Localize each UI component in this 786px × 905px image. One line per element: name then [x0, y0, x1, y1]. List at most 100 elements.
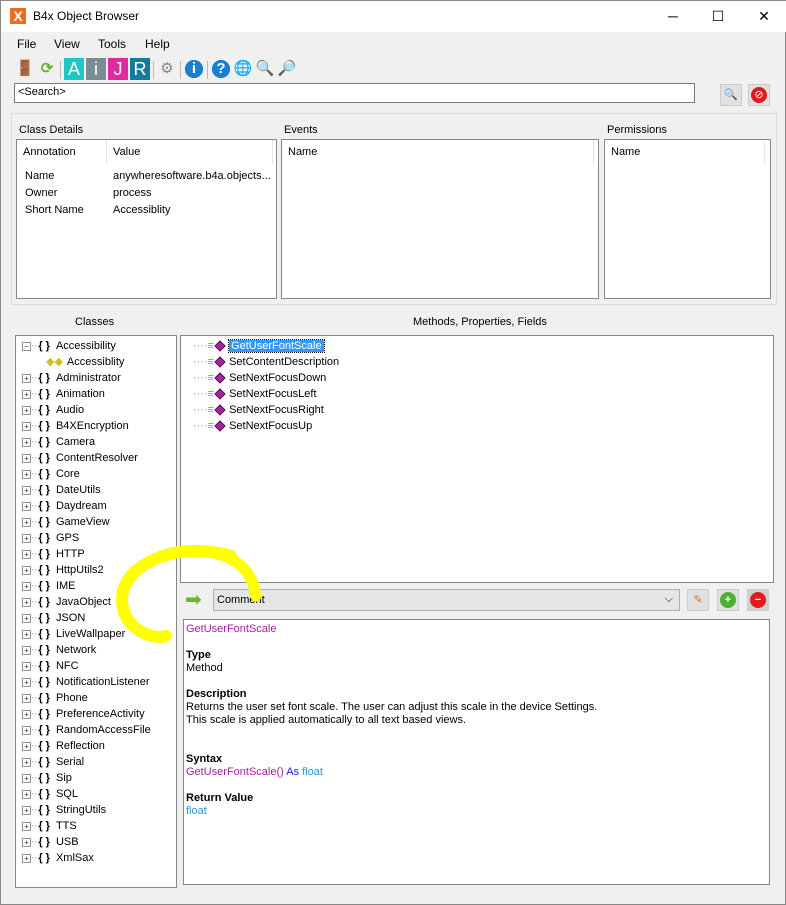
maximize-button[interactable]: ☐: [695, 1, 741, 32]
tree-item-class[interactable]: + ··{ } LiveWallpaper: [22, 626, 125, 642]
expand-icon[interactable]: +: [22, 389, 31, 399]
search-input[interactable]: <Search>: [14, 83, 695, 103]
expand-icon[interactable]: +: [22, 373, 31, 383]
method-item[interactable]: ····≡ SetNextFocusDown: [193, 370, 326, 386]
tree-item-class[interactable]: + ··{ } HTTP: [22, 546, 85, 562]
menu-file[interactable]: File: [17, 37, 36, 51]
tree-item-class[interactable]: + ··{ } SQL: [22, 786, 78, 802]
expand-icon[interactable]: +: [22, 821, 31, 831]
method-item[interactable]: ····≡ SetNextFocusRight: [193, 402, 324, 418]
column-annotation[interactable]: Annotation: [17, 140, 107, 164]
expand-icon[interactable]: +: [22, 597, 31, 607]
expand-icon[interactable]: +: [22, 629, 31, 639]
expand-icon[interactable]: +: [22, 677, 31, 687]
expand-icon[interactable]: +: [22, 405, 31, 415]
tree-item-class[interactable]: + ··{ } PreferenceActivity: [22, 706, 145, 722]
column-name[interactable]: Name: [605, 140, 765, 164]
method-item[interactable]: ····≡ SetNextFocusLeft: [193, 386, 317, 402]
expand-icon[interactable]: +: [22, 853, 31, 863]
tree-item-class[interactable]: + ··{ } JavaObject: [22, 594, 111, 610]
permissions-list[interactable]: Name: [604, 139, 771, 299]
expand-icon[interactable]: +: [22, 533, 31, 543]
expand-icon[interactable]: +: [22, 453, 31, 463]
method-item[interactable]: ····≡ SetNextFocusUp: [193, 418, 312, 434]
tree-item-class[interactable]: + ··{ } B4XEncryption: [22, 418, 129, 434]
tree-item-class[interactable]: + ··{ } DateUtils: [22, 482, 101, 498]
tree-item-class[interactable]: − ··{ } Accessibility: [22, 338, 116, 354]
expand-icon[interactable]: +: [22, 773, 31, 783]
expand-icon[interactable]: +: [22, 645, 31, 655]
tree-item-class[interactable]: + ··{ } Network: [22, 642, 96, 658]
android-A-icon[interactable]: A: [64, 58, 84, 80]
java-J-icon[interactable]: J: [108, 58, 128, 80]
expand-icon[interactable]: +: [22, 469, 31, 479]
expand-icon[interactable]: +: [22, 805, 31, 815]
menu-tools[interactable]: Tools: [98, 37, 126, 51]
comment-select[interactable]: Comment ⌵: [213, 589, 680, 611]
tree-item-class[interactable]: + ··{ } Animation: [22, 386, 105, 402]
tree-item-class[interactable]: + ··{ } IME: [22, 578, 76, 594]
method-item[interactable]: ····≡ SetContentDescription: [193, 354, 339, 370]
clear-search-button[interactable]: ⊘: [748, 84, 770, 106]
expand-icon[interactable]: +: [22, 741, 31, 751]
close-button[interactable]: ✕: [741, 1, 786, 32]
expand-icon[interactable]: +: [22, 661, 31, 671]
settings-icon[interactable]: ⚙: [157, 58, 177, 80]
tree-item-class[interactable]: + ··{ } Audio: [22, 402, 84, 418]
edit-button[interactable]: ✎: [687, 589, 709, 611]
tree-item-class[interactable]: + ··{ } NotificationListener: [22, 674, 150, 690]
column-value[interactable]: Value: [107, 140, 273, 164]
tree-item-class[interactable]: + ··{ } USB: [22, 834, 79, 850]
b4r-R-icon[interactable]: R: [130, 58, 150, 80]
remove-button[interactable]: −: [747, 589, 769, 611]
tree-item-class[interactable]: + ··{ } GameView: [22, 514, 110, 530]
events-list[interactable]: Name: [281, 139, 599, 299]
methods-tree[interactable]: ····≡ GetUserFontScale ····≡ SetContentDesc…: [180, 335, 774, 583]
menu-view[interactable]: View: [54, 37, 80, 51]
tree-item-class[interactable]: + ··{ } HttpUtils2: [22, 562, 104, 578]
classes-tree[interactable]: − ··{ } Accessibility ◆◆ Accessiblity + ··{ } A…: [15, 335, 177, 888]
tree-item-class[interactable]: + ··{ } Administrator: [22, 370, 121, 386]
search-button[interactable]: 🔍: [720, 84, 742, 106]
tree-item-class[interactable]: + ··{ } JSON: [22, 610, 85, 626]
refresh-icon[interactable]: ⟳: [37, 58, 57, 80]
class-details-list[interactable]: Annotation Value Name Owner Short Name a…: [16, 139, 277, 299]
expand-icon[interactable]: +: [22, 485, 31, 495]
search-file-icon[interactable]: 🔎: [277, 58, 297, 80]
expand-icon[interactable]: +: [22, 837, 31, 847]
tree-item-class[interactable]: + ··{ } Serial: [22, 754, 84, 770]
expand-icon[interactable]: +: [22, 757, 31, 767]
tree-item-class[interactable]: + ··{ } XmlSax: [22, 850, 94, 866]
add-button[interactable]: +: [717, 589, 739, 611]
tree-item-class[interactable]: + ··{ } RandomAccessFile: [22, 722, 151, 738]
minimize-button[interactable]: ─: [650, 1, 696, 32]
exit-icon[interactable]: 🚪: [15, 58, 35, 80]
expand-icon[interactable]: +: [22, 789, 31, 799]
expand-icon[interactable]: +: [22, 581, 31, 591]
expand-icon[interactable]: +: [22, 437, 31, 447]
tree-item-class[interactable]: + ··{ } ContentResolver: [22, 450, 138, 466]
column-name[interactable]: Name: [282, 140, 594, 164]
globe-icon[interactable]: 🌐: [233, 58, 253, 80]
tree-item-class[interactable]: + ··{ } Core: [22, 466, 80, 482]
tree-item-module[interactable]: ◆◆ Accessiblity: [46, 354, 124, 370]
tree-item-class[interactable]: + ··{ } Phone: [22, 690, 88, 706]
tree-item-class[interactable]: + ··{ } NFC: [22, 658, 79, 674]
tree-item-class[interactable]: + ··{ } TTS: [22, 818, 77, 834]
expand-icon[interactable]: +: [22, 725, 31, 735]
tree-item-class[interactable]: + ··{ } Daydream: [22, 498, 107, 514]
expand-icon[interactable]: +: [22, 565, 31, 575]
expand-icon[interactable]: +: [22, 501, 31, 511]
tree-item-class[interactable]: + ··{ } Camera: [22, 434, 95, 450]
menu-help[interactable]: Help: [145, 37, 170, 51]
help-icon[interactable]: ?: [211, 58, 231, 80]
search-icon[interactable]: 🔍: [255, 58, 275, 80]
expand-icon[interactable]: +: [22, 693, 31, 703]
expand-icon[interactable]: +: [22, 709, 31, 719]
info-icon[interactable]: i: [184, 58, 204, 80]
collapse-icon[interactable]: −: [22, 341, 31, 351]
expand-icon[interactable]: +: [22, 421, 31, 431]
method-item[interactable]: ····≡ GetUserFontScale: [193, 338, 325, 354]
tree-item-class[interactable]: + ··{ } Sip: [22, 770, 72, 786]
expand-icon[interactable]: +: [22, 549, 31, 559]
